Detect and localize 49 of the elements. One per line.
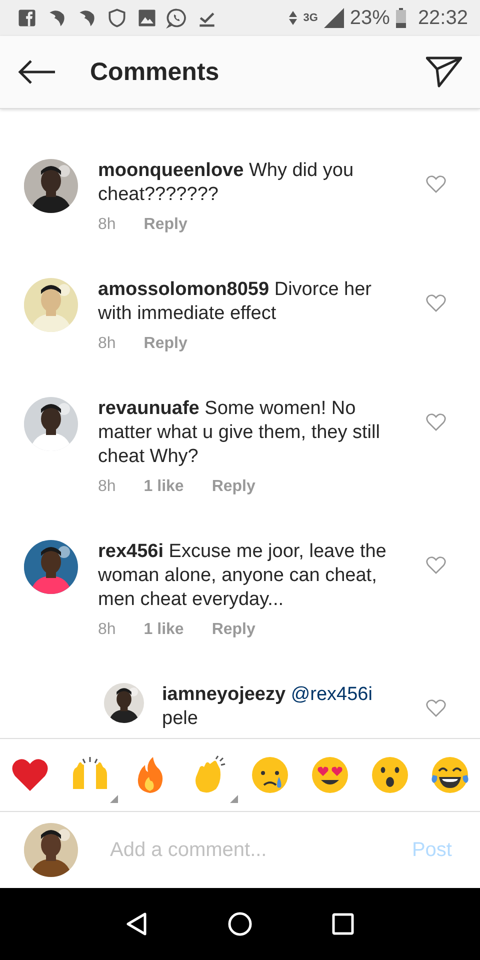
triangle-back-icon: [126, 912, 148, 936]
whatsapp-icon: [166, 7, 188, 29]
share-button[interactable]: [426, 56, 462, 88]
reply-link[interactable]: Reply: [144, 335, 188, 353]
back-button[interactable]: [18, 60, 56, 84]
like-heart-icon[interactable]: [426, 699, 446, 717]
comment-text: iamneyojeezy @rex456i pele: [162, 683, 374, 731]
surprised-emoji-icon: [370, 755, 410, 795]
comment-time: 8h: [98, 621, 116, 639]
paper-plane-icon: [426, 56, 462, 88]
heart-eyes-emoji-icon: [310, 755, 350, 795]
like-heart-icon[interactable]: [426, 413, 446, 431]
back-arrow-icon: [18, 60, 56, 84]
network-type: 3G: [303, 12, 318, 24]
comment-time: 8h: [98, 216, 116, 234]
crying-emoji-icon: [250, 755, 290, 795]
battery-level: 23%: [350, 6, 390, 30]
like-heart-icon[interactable]: [426, 556, 446, 574]
reply-link[interactable]: Reply: [144, 216, 188, 234]
comment-text: amossolomon8059 Divorce her with immediate effect: [98, 278, 372, 326]
shield-icon: [106, 7, 128, 29]
facebook-icon: [16, 7, 38, 29]
data-arrows-icon: [289, 10, 298, 26]
image-icon: [136, 7, 158, 29]
battery-icon: [396, 8, 406, 28]
variants-corner-icon: [110, 795, 118, 803]
post-button[interactable]: Post: [412, 838, 456, 862]
square-recents-icon: [332, 913, 354, 935]
reply-link[interactable]: Reply: [212, 478, 256, 496]
like-heart-icon[interactable]: [426, 175, 446, 193]
likes-count[interactable]: 1 like: [144, 621, 184, 639]
laughing-emoji-icon: [430, 755, 470, 795]
comment-text: rex456i Excuse me joor, leave the woman alone, anyone can cheat, men cheat everyday...: [98, 540, 388, 612]
recents-button[interactable]: [332, 913, 354, 935]
signal-icon: [324, 8, 344, 28]
comment-time: 8h: [98, 335, 116, 353]
home-button[interactable]: [228, 912, 252, 936]
like-heart-icon[interactable]: [426, 294, 446, 312]
back-nav-button[interactable]: [126, 912, 148, 936]
reply-link[interactable]: Reply: [212, 621, 256, 639]
comment-text: revaunuafe Some women! No matter what u give them, they still cheat Why?: [98, 397, 381, 469]
comment-text: moonqueenlove Why did you cheat???????: [98, 159, 355, 207]
page-title: Comments: [90, 58, 220, 86]
likes-count[interactable]: 1 like: [144, 478, 184, 496]
comment-input-field[interactable]: Add a comment...: [108, 838, 382, 862]
clock: 22:32: [418, 6, 468, 30]
variants-corner-icon: [230, 795, 238, 803]
circle-home-icon: [228, 912, 252, 936]
comment-time: 8h: [98, 478, 116, 496]
